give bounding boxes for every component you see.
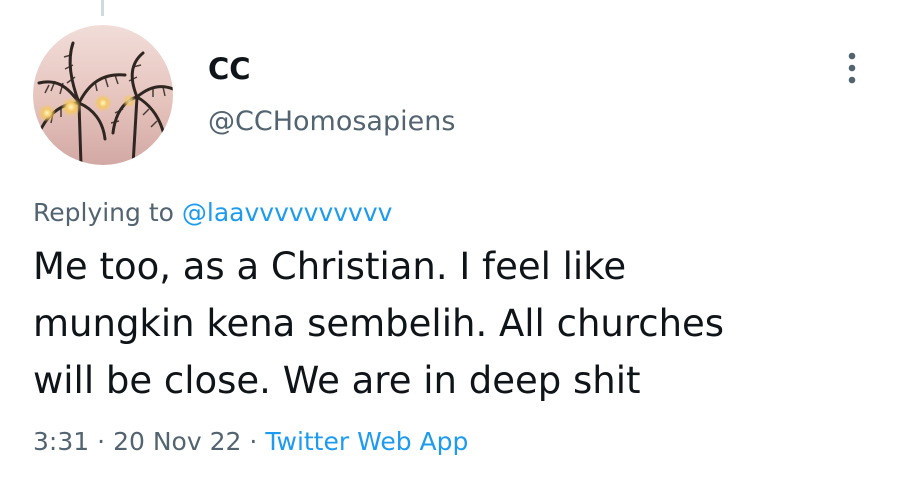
tweet-time[interactable]: 3:31 — [33, 427, 89, 456]
tweet-text: Me too, as a Christian. I feel like mung… — [33, 238, 873, 409]
avatar[interactable] — [33, 25, 173, 165]
tweet-meta: 3:31 · 20 Nov 22 · Twitter Web App — [33, 427, 468, 457]
tweet-date[interactable]: 20 Nov 22 — [113, 427, 241, 456]
tweet-card: CC @CCHomosapiens Replying to @laavvvvvv… — [0, 0, 904, 491]
meta-separator: · — [249, 427, 258, 456]
tweet-text-line: will be close. We are in deep shit — [33, 359, 641, 402]
more-options-icon[interactable] — [836, 50, 868, 86]
author-display-name[interactable]: CC — [208, 55, 251, 84]
thread-connector-line — [101, 0, 104, 16]
replying-to-label: Replying to — [33, 198, 174, 227]
tweet-text-line: Me too, as a Christian. I feel like — [33, 245, 627, 288]
meta-separator: · — [97, 427, 106, 456]
author-handle[interactable]: @CCHomosapiens — [208, 108, 455, 135]
replying-to: Replying to @laavvvvvvvvvv — [33, 198, 392, 228]
tweet-text-line: mungkin kena sembelih. All churches — [33, 302, 725, 345]
tweet-source-link[interactable]: Twitter Web App — [265, 427, 468, 456]
reply-mention-link[interactable]: @laavvvvvvvvvv — [182, 198, 393, 227]
palm-tree-avatar-icon — [33, 25, 173, 165]
